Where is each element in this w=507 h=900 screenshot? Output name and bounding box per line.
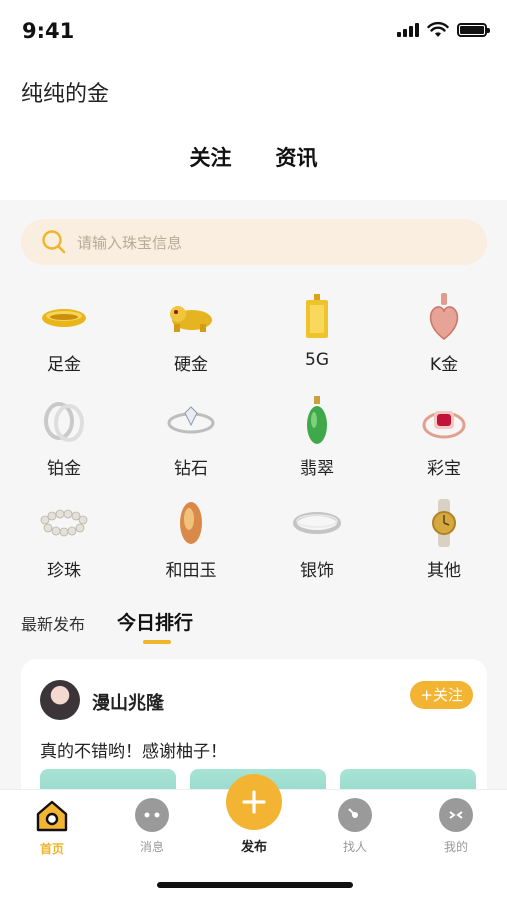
category-item-yingjin[interactable]: 硬金: [141, 292, 241, 382]
home-icon: [36, 800, 68, 832]
tabbar-item-messages[interactable]: 消息: [112, 798, 192, 855]
category-item-qita[interactable]: 其他: [394, 498, 494, 588]
category-item-feicui[interactable]: 翡翠: [267, 396, 367, 486]
top-tabs: 关注 资讯: [0, 142, 507, 172]
ruby-ring-icon: [414, 396, 474, 446]
tab-today-ranking[interactable]: 今日排行: [117, 608, 193, 644]
watch-icon: [414, 498, 474, 548]
post-author[interactable]: 漫山兆隆: [92, 689, 164, 715]
category-label: 翡翠: [300, 459, 334, 479]
gold-bar-icon: [287, 292, 347, 342]
pearl-necklace-icon: [34, 498, 94, 548]
category-label: 硬金: [174, 355, 208, 375]
avatar[interactable]: [40, 680, 80, 720]
category-item-zuanshi[interactable]: 钻石: [141, 396, 241, 486]
wifi-icon: [427, 22, 449, 37]
category-item-zhenzhu[interactable]: 珍珠: [14, 498, 114, 588]
gold-ring-icon: [34, 292, 94, 342]
category-item-caibao[interactable]: 彩宝: [394, 396, 494, 486]
search-input[interactable]: 请输入珠宝信息: [77, 232, 182, 253]
hetian-jade-icon: [161, 498, 221, 548]
tab-follow[interactable]: 关注: [190, 142, 232, 172]
tabbar-label: 我的: [443, 840, 468, 854]
category-label: 钻石: [174, 459, 208, 479]
category-label: 彩宝: [427, 459, 461, 479]
status-icons: [397, 22, 490, 38]
category-label: 和田玉: [165, 561, 217, 581]
message-icon: [135, 798, 169, 832]
jade-pendant-icon: [287, 396, 347, 446]
category-label: 5G: [305, 350, 329, 370]
rose-gold-pendant-icon: [414, 292, 474, 342]
category-label: 珍珠: [47, 561, 81, 581]
tab-latest[interactable]: 最新发布: [21, 611, 85, 635]
compass-icon: [338, 798, 372, 832]
tabbar-item-me[interactable]: 我的: [416, 798, 496, 855]
category-label: 其他: [427, 561, 461, 581]
category-item-5g[interactable]: 5G: [267, 292, 367, 382]
plus-icon: [242, 790, 266, 814]
header: 纯纯的金 关注 资讯: [0, 62, 507, 200]
post-text: 真的不错哟！感谢柚子！: [40, 742, 227, 762]
home-indicator: [157, 882, 353, 888]
gold-pixiu-icon: [161, 292, 221, 342]
signal-icon: [397, 23, 419, 37]
tabbar-item-find-people[interactable]: 找人: [315, 798, 395, 855]
tabbar-item-publish[interactable]: 发布: [226, 774, 282, 855]
battery-icon: [457, 23, 490, 37]
feed-tabs: 最新发布 今日排行: [21, 608, 193, 644]
category-item-hetianyu[interactable]: 和田玉: [141, 498, 241, 588]
category-label: 银饰: [300, 561, 334, 581]
category-item-kjin[interactable]: K金: [394, 292, 494, 382]
search-bar[interactable]: 请输入珠宝信息: [21, 219, 487, 265]
category-label: 足金: [47, 355, 81, 375]
publish-button[interactable]: [226, 774, 282, 830]
tabbar-label: 发布: [240, 840, 267, 855]
profile-icon: [439, 798, 473, 832]
tabbar-item-home[interactable]: 首页: [12, 798, 92, 857]
tabbar-label: 找人: [342, 840, 367, 854]
status-time: 9:41: [22, 19, 75, 43]
category-label: K金: [429, 355, 459, 375]
category-item-bojin[interactable]: 铂金: [14, 396, 114, 486]
tab-news[interactable]: 资讯: [276, 142, 318, 172]
category-label: 铂金: [47, 459, 81, 479]
status-bar: 9:41: [0, 0, 507, 62]
search-icon: [42, 230, 66, 254]
diamond-ring-icon: [161, 396, 221, 446]
silver-bangle-icon: [287, 498, 347, 548]
tabbar-label: 首页: [39, 842, 64, 856]
page-title: 纯纯的金: [21, 82, 110, 107]
category-item-yinshi[interactable]: 银饰: [267, 498, 367, 588]
follow-button[interactable]: +关注: [410, 681, 473, 709]
tabbar-label: 消息: [139, 840, 164, 854]
category-item-zujin[interactable]: 足金: [14, 292, 114, 382]
platinum-rings-icon: [34, 396, 94, 446]
